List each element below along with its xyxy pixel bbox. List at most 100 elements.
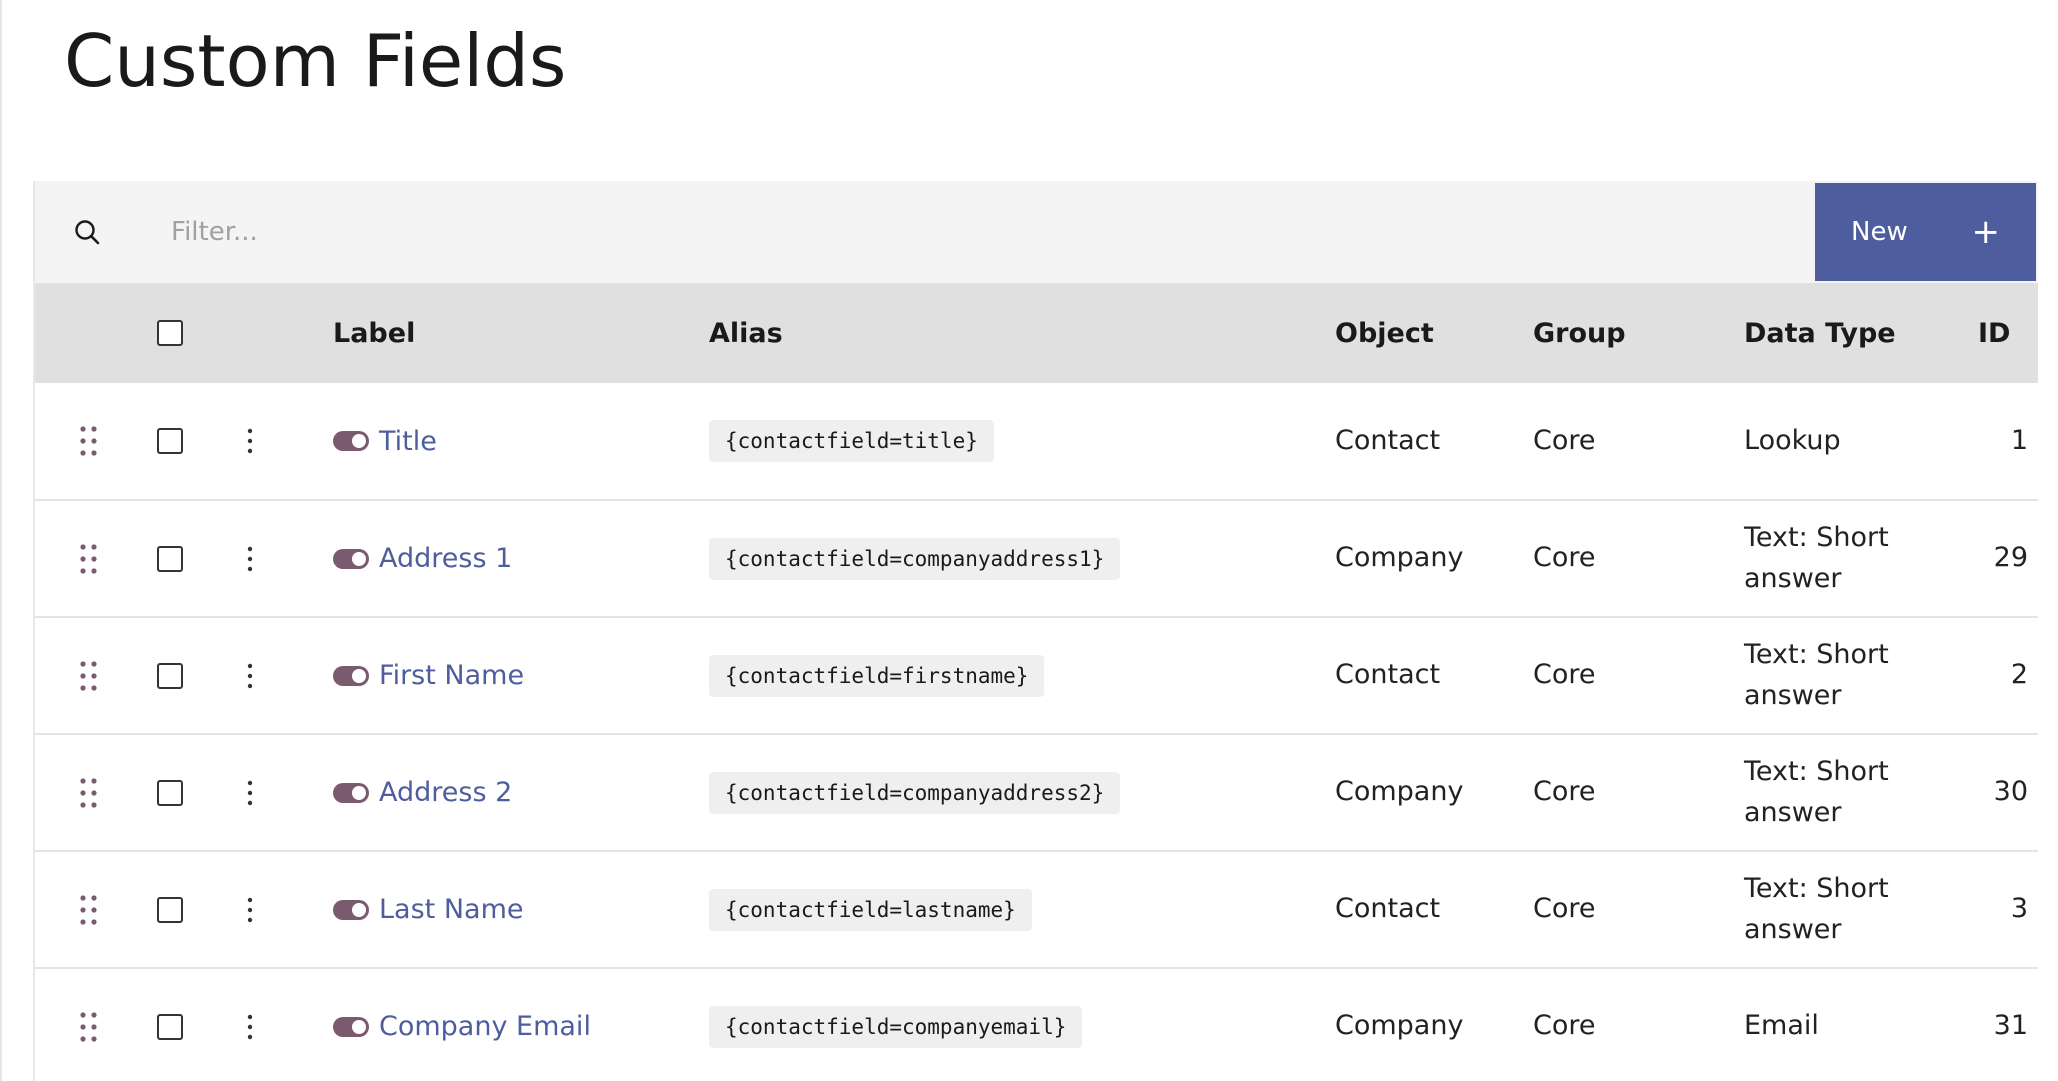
field-label-link[interactable]: Address 2	[379, 777, 512, 808]
field-id: 31	[1993, 1010, 2028, 1042]
table-row: Address 2 {contactfield=companyaddress2}…	[35, 734, 2038, 852]
column-header-object[interactable]: Object	[1335, 283, 1533, 383]
alias-cell: {contactfield=companyaddress2}	[709, 734, 1335, 852]
menu-cell	[203, 851, 333, 969]
toggle-on-icon[interactable]	[333, 548, 369, 569]
drag-cell	[35, 383, 155, 501]
group-cell: Core	[1533, 734, 1744, 852]
data-type-cell: Text: Short answer	[1744, 617, 1978, 735]
field-group: Core	[1533, 659, 1596, 691]
field-alias: {contactfield=title}	[709, 420, 994, 462]
drag-cell	[35, 968, 155, 1081]
checkbox-cell	[155, 617, 203, 735]
field-group: Core	[1533, 776, 1596, 808]
field-data-type: Text: Short answer	[1744, 522, 1889, 594]
header-checkbox-cell	[155, 283, 203, 383]
group-cell: Core	[1533, 968, 1744, 1081]
checkbox-cell	[155, 968, 203, 1081]
field-label-link[interactable]: Company Email	[379, 1011, 591, 1042]
header-menu-cell	[203, 283, 333, 383]
drag-handle-icon[interactable]	[79, 1011, 99, 1043]
label-cell: First Name	[333, 617, 709, 735]
id-cell: 1	[1978, 383, 2038, 501]
checkbox-cell	[155, 500, 203, 618]
kebab-menu-icon[interactable]	[247, 1014, 253, 1040]
group-cell: Core	[1533, 617, 1744, 735]
field-data-type: Lookup	[1744, 424, 1841, 456]
column-header-label[interactable]: Label	[333, 283, 709, 383]
field-label-link[interactable]: Last Name	[379, 894, 523, 925]
menu-cell	[203, 500, 333, 618]
field-data-type: Text: Short answer	[1744, 873, 1889, 945]
plus-icon: +	[1971, 212, 2001, 252]
object-cell: Company	[1335, 968, 1533, 1081]
field-object: Contact	[1335, 893, 1441, 925]
kebab-menu-icon[interactable]	[247, 428, 253, 454]
row-checkbox[interactable]	[157, 1013, 183, 1040]
row-checkbox[interactable]	[157, 779, 183, 806]
kebab-menu-icon[interactable]	[247, 546, 253, 572]
new-button[interactable]: New +	[1815, 183, 2036, 281]
checkbox-cell	[155, 734, 203, 852]
toolbar: New +	[35, 181, 2038, 283]
column-header-id[interactable]: ID	[1978, 283, 2038, 383]
drag-handle-icon[interactable]	[79, 777, 99, 809]
checkbox-cell	[155, 383, 203, 501]
drag-handle-icon[interactable]	[79, 425, 99, 457]
column-header-alias[interactable]: Alias	[709, 283, 1335, 383]
field-label-link[interactable]: Address 1	[379, 543, 512, 574]
row-checkbox[interactable]	[157, 662, 183, 689]
page-title: Custom Fields	[64, 19, 567, 103]
drag-handle-icon[interactable]	[79, 660, 99, 692]
menu-cell	[203, 734, 333, 852]
label-cell: Address 2	[333, 734, 709, 852]
custom-fields-table: Label Alias Object Group Data Type ID Ti…	[35, 283, 2038, 1081]
row-checkbox[interactable]	[157, 545, 183, 572]
field-label-link[interactable]: First Name	[379, 660, 524, 691]
column-header-group[interactable]: Group	[1533, 283, 1744, 383]
toggle-on-icon[interactable]	[333, 782, 369, 803]
data-type-cell: Email	[1744, 968, 1978, 1081]
id-cell: 30	[1978, 734, 2038, 852]
toggle-on-icon[interactable]	[333, 899, 369, 920]
drag-cell	[35, 500, 155, 618]
field-group: Core	[1533, 424, 1596, 456]
drag-handle-icon[interactable]	[79, 543, 99, 575]
toggle-on-icon[interactable]	[333, 665, 369, 686]
field-group: Core	[1533, 1010, 1596, 1042]
field-label-link[interactable]: Title	[379, 426, 437, 457]
checkbox-cell	[155, 851, 203, 969]
field-object: Company	[1335, 1010, 1464, 1042]
menu-cell	[203, 383, 333, 501]
id-cell: 3	[1978, 851, 2038, 969]
field-group: Core	[1533, 893, 1596, 925]
object-cell: Company	[1335, 734, 1533, 852]
kebab-menu-icon[interactable]	[247, 663, 253, 689]
row-checkbox[interactable]	[157, 896, 183, 923]
field-alias: {contactfield=companyemail}	[709, 1005, 1083, 1048]
custom-fields-panel: New + Label Alias Object Group	[33, 181, 2038, 1081]
id-cell: 31	[1978, 968, 2038, 1081]
alias-cell: {contactfield=firstname}	[709, 617, 1335, 735]
alias-cell: {contactfield=lastname}	[709, 851, 1335, 969]
table-row: Last Name {contactfield=lastname} Contac…	[35, 851, 2038, 969]
field-data-type: Text: Short answer	[1744, 756, 1889, 828]
field-id: 30	[1993, 776, 2028, 808]
new-button-label: New	[1851, 217, 1908, 247]
label-cell: Title	[333, 383, 709, 501]
object-cell: Company	[1335, 500, 1533, 618]
toggle-on-icon[interactable]	[333, 1016, 369, 1037]
field-object: Company	[1335, 542, 1464, 574]
filter-input[interactable]	[155, 181, 1675, 283]
row-checkbox[interactable]	[157, 428, 183, 454]
kebab-menu-icon[interactable]	[247, 780, 253, 806]
field-alias: {contactfield=companyaddress1}	[709, 537, 1121, 580]
header-drag-cell	[35, 283, 155, 383]
search-icon[interactable]	[73, 218, 101, 246]
column-header-data-type[interactable]: Data Type	[1744, 283, 1978, 383]
drag-handle-icon[interactable]	[79, 894, 99, 926]
table-header-row: Label Alias Object Group Data Type ID	[35, 283, 2038, 383]
select-all-checkbox[interactable]	[157, 320, 183, 346]
toggle-on-icon[interactable]	[333, 431, 369, 451]
kebab-menu-icon[interactable]	[247, 897, 253, 923]
